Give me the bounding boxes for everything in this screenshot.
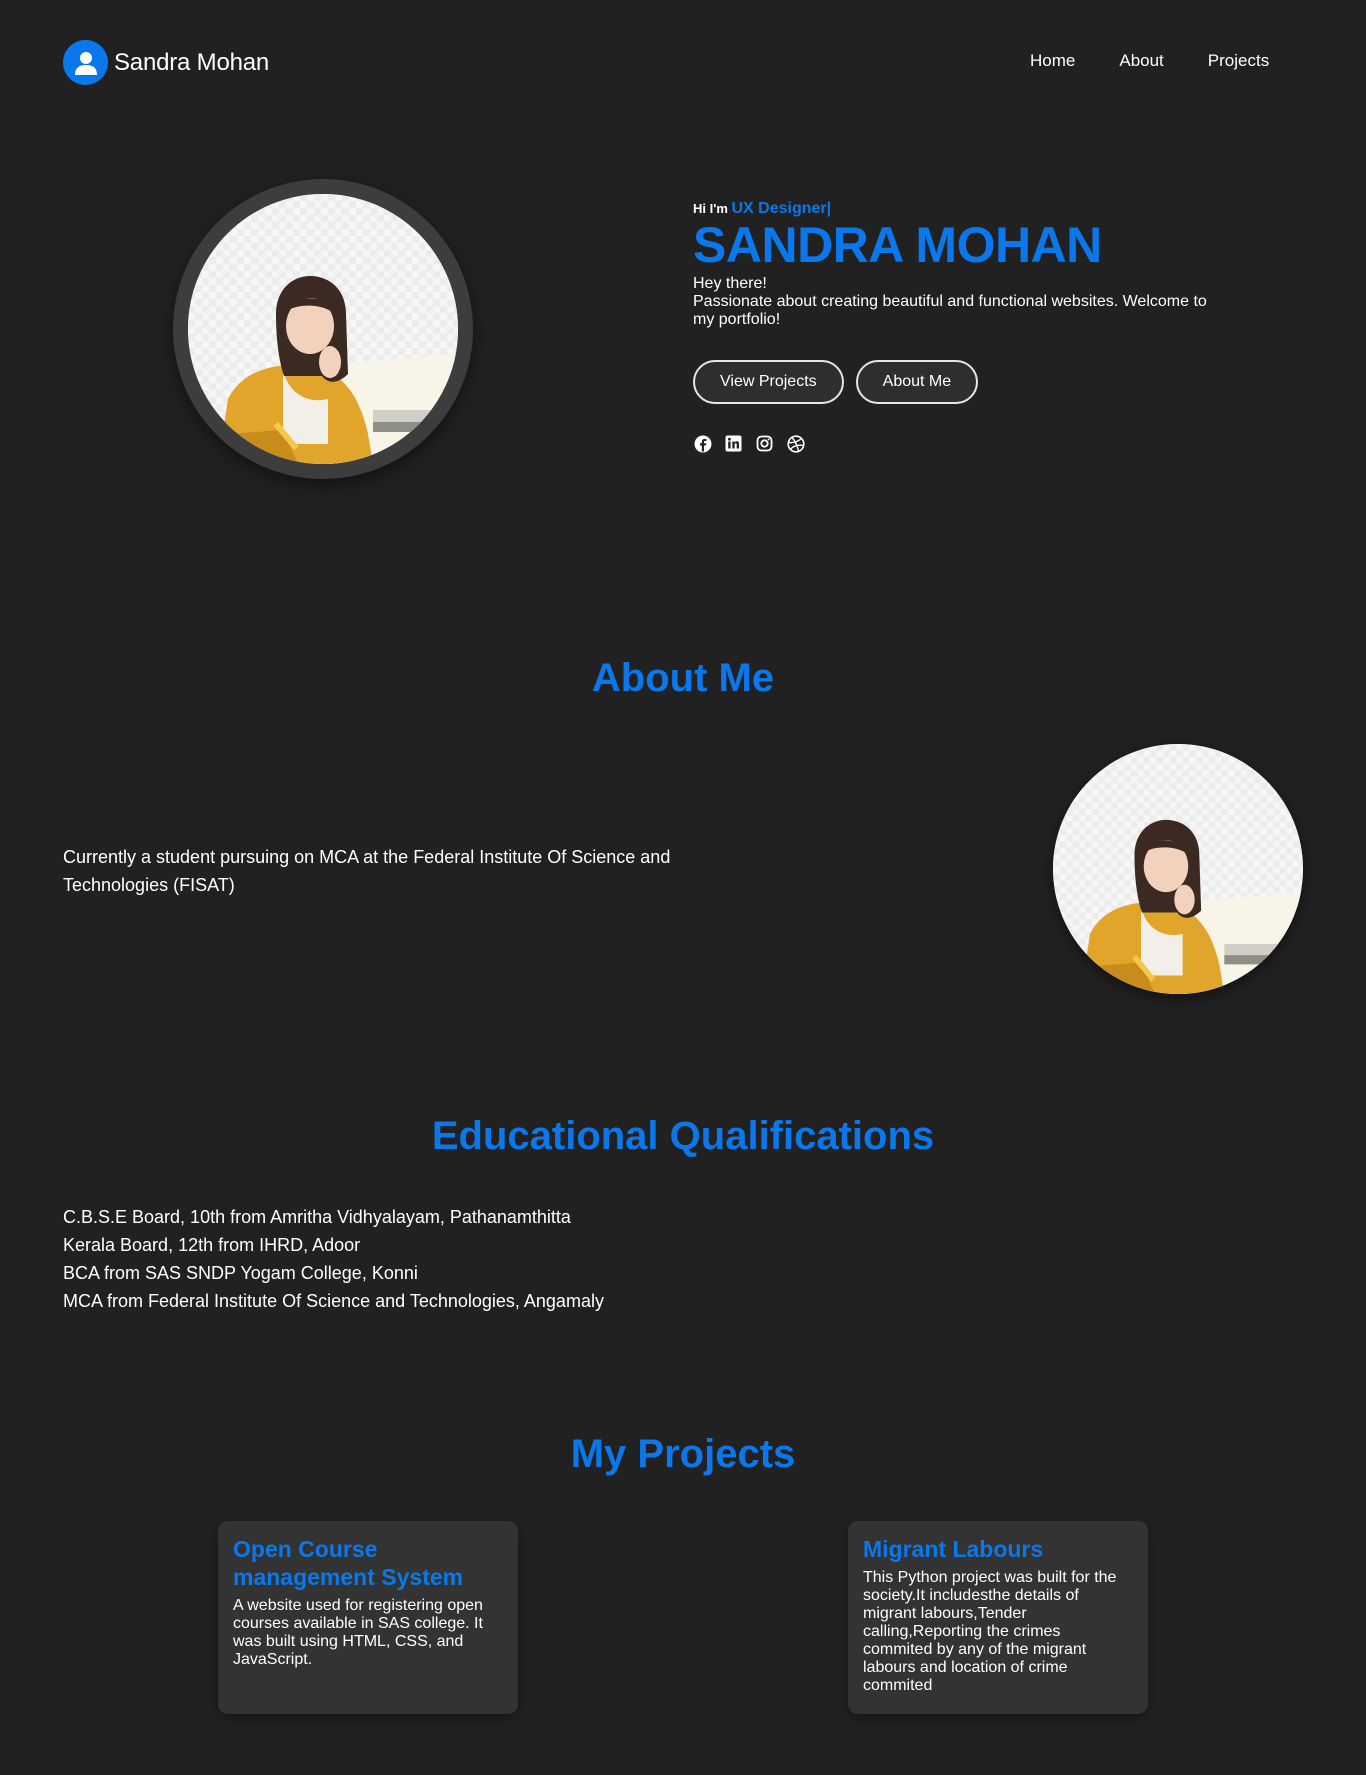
- nav-about-link[interactable]: About: [1119, 51, 1163, 71]
- education-section-title: Educational Qualifications: [431, 1114, 935, 1158]
- projects-section-title: My Projects: [570, 1432, 796, 1476]
- hero-greeting: Hi I'm UX Designer|: [693, 200, 1213, 218]
- about-me-button[interactable]: About Me: [855, 360, 979, 404]
- instagram-icon[interactable]: [755, 434, 774, 453]
- dribbble-icon[interactable]: [786, 434, 805, 453]
- main-nav: Home About Projects: [1030, 51, 1269, 71]
- brand[interactable]: Sandra Mohan: [63, 40, 269, 85]
- project-card-description: This Python project was built for the so…: [863, 1569, 1117, 1694]
- user-icon: [63, 40, 108, 85]
- brand-name: Sandra Mohan: [114, 48, 270, 76]
- project-card-title: Migrant Labours: [863, 1536, 1044, 1562]
- hero-photo-frame: [173, 179, 473, 479]
- portfolio-page: Sandra Mohan Home About Projects Hi I'm …: [0, 0, 1366, 1775]
- hero-line-2: Passionate about creating beautiful and …: [693, 293, 1207, 328]
- about-section-title: About Me: [591, 656, 775, 700]
- view-projects-button[interactable]: View Projects: [693, 360, 844, 404]
- nav-projects-link[interactable]: Projects: [1208, 51, 1269, 71]
- education-item: MCA from Federal Institute Of Science an…: [63, 1291, 604, 1311]
- facebook-icon[interactable]: [693, 434, 712, 453]
- project-card-description: A website used for registering open cour…: [233, 1597, 483, 1668]
- profile-photo: [188, 194, 458, 464]
- hero-intro: Hi I'm UX Designer| SANDRA MOHAN Hey the…: [693, 200, 1213, 453]
- hero-role: UX Designer|: [731, 200, 832, 217]
- education-item: BCA from SAS SNDP Yogam College, Konni: [63, 1263, 418, 1283]
- hero-description: Hey there! Passionate about creating bea…: [693, 275, 1213, 329]
- site-header: Sandra Mohan Home About Projects: [0, 0, 1366, 126]
- linkedin-icon[interactable]: [724, 434, 743, 453]
- education-list: C.B.S.E Board, 10th from Amritha Vidhyal…: [63, 1203, 604, 1315]
- about-photo: [1053, 744, 1303, 994]
- education-item: Kerala Board, 12th from IHRD, Adoor: [63, 1235, 361, 1255]
- hero-buttons: View Projects About Me: [693, 360, 1213, 404]
- project-card[interactable]: Migrant Labours This Python project was …: [848, 1521, 1148, 1714]
- hero-name: SANDRA MOHAN: [693, 217, 1102, 273]
- education-item: C.B.S.E Board, 10th from Amritha Vidhyal…: [63, 1207, 571, 1227]
- greeting-text: Hi I'm: [693, 201, 728, 216]
- nav-home-link[interactable]: Home: [1030, 51, 1075, 71]
- hero-line-1: Hey there!: [693, 275, 767, 292]
- project-card-title: Open Course management System: [233, 1536, 464, 1590]
- social-links: [693, 434, 1213, 453]
- project-card[interactable]: Open Course management System A website …: [218, 1521, 518, 1714]
- about-text: Currently a student pursuing on MCA at t…: [63, 847, 671, 895]
